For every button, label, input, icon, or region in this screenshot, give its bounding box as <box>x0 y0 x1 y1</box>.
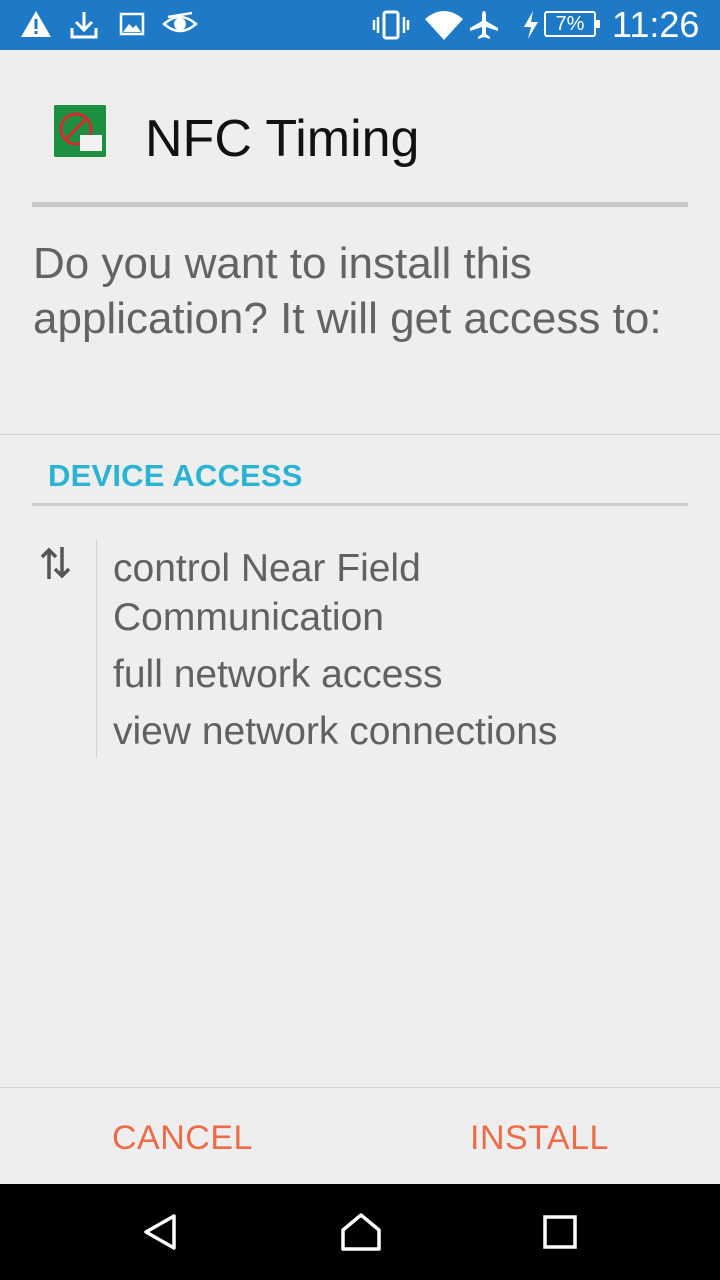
battery-indicator: 7% <box>544 11 600 37</box>
prompt-divider <box>0 434 720 435</box>
vibrate-icon <box>372 9 410 41</box>
permission-divider <box>96 540 97 758</box>
home-button[interactable] <box>300 1184 420 1280</box>
status-time: 11:26 <box>612 4 700 45</box>
warning-icon <box>20 9 52 41</box>
recents-button[interactable] <box>500 1184 620 1280</box>
header-divider <box>32 202 688 207</box>
recents-icon <box>543 1215 577 1249</box>
install-button[interactable]: INSTALL <box>470 1112 609 1164</box>
permission-item: full network access <box>113 653 443 696</box>
transfer-arrows-icon <box>38 543 74 583</box>
nfc-timing-app-icon <box>54 105 106 157</box>
navigation-bar <box>0 1184 720 1280</box>
back-icon <box>144 1214 176 1250</box>
airplane-icon <box>468 9 500 41</box>
install-prompt: Do you want to install this application?… <box>33 239 662 343</box>
section-title-device-access: DEVICE ACCESS <box>48 458 303 493</box>
section-divider <box>32 503 688 506</box>
eye-icon <box>162 9 198 41</box>
home-icon <box>341 1213 381 1251</box>
image-icon <box>119 9 145 41</box>
permission-item: view network connections <box>113 710 558 753</box>
back-button[interactable] <box>100 1184 220 1280</box>
permission-item: control Near Field Communication <box>113 547 421 639</box>
footer-divider <box>0 1087 720 1088</box>
status-bar: 7% 11:26 <box>0 0 720 50</box>
cancel-button[interactable]: CANCEL <box>112 1112 253 1164</box>
app-title: NFC Timing <box>145 110 420 168</box>
download-icon <box>69 9 99 41</box>
wifi-icon <box>424 9 464 41</box>
permission-list: control Near Field Communication full ne… <box>113 544 693 764</box>
charging-icon <box>521 9 541 41</box>
